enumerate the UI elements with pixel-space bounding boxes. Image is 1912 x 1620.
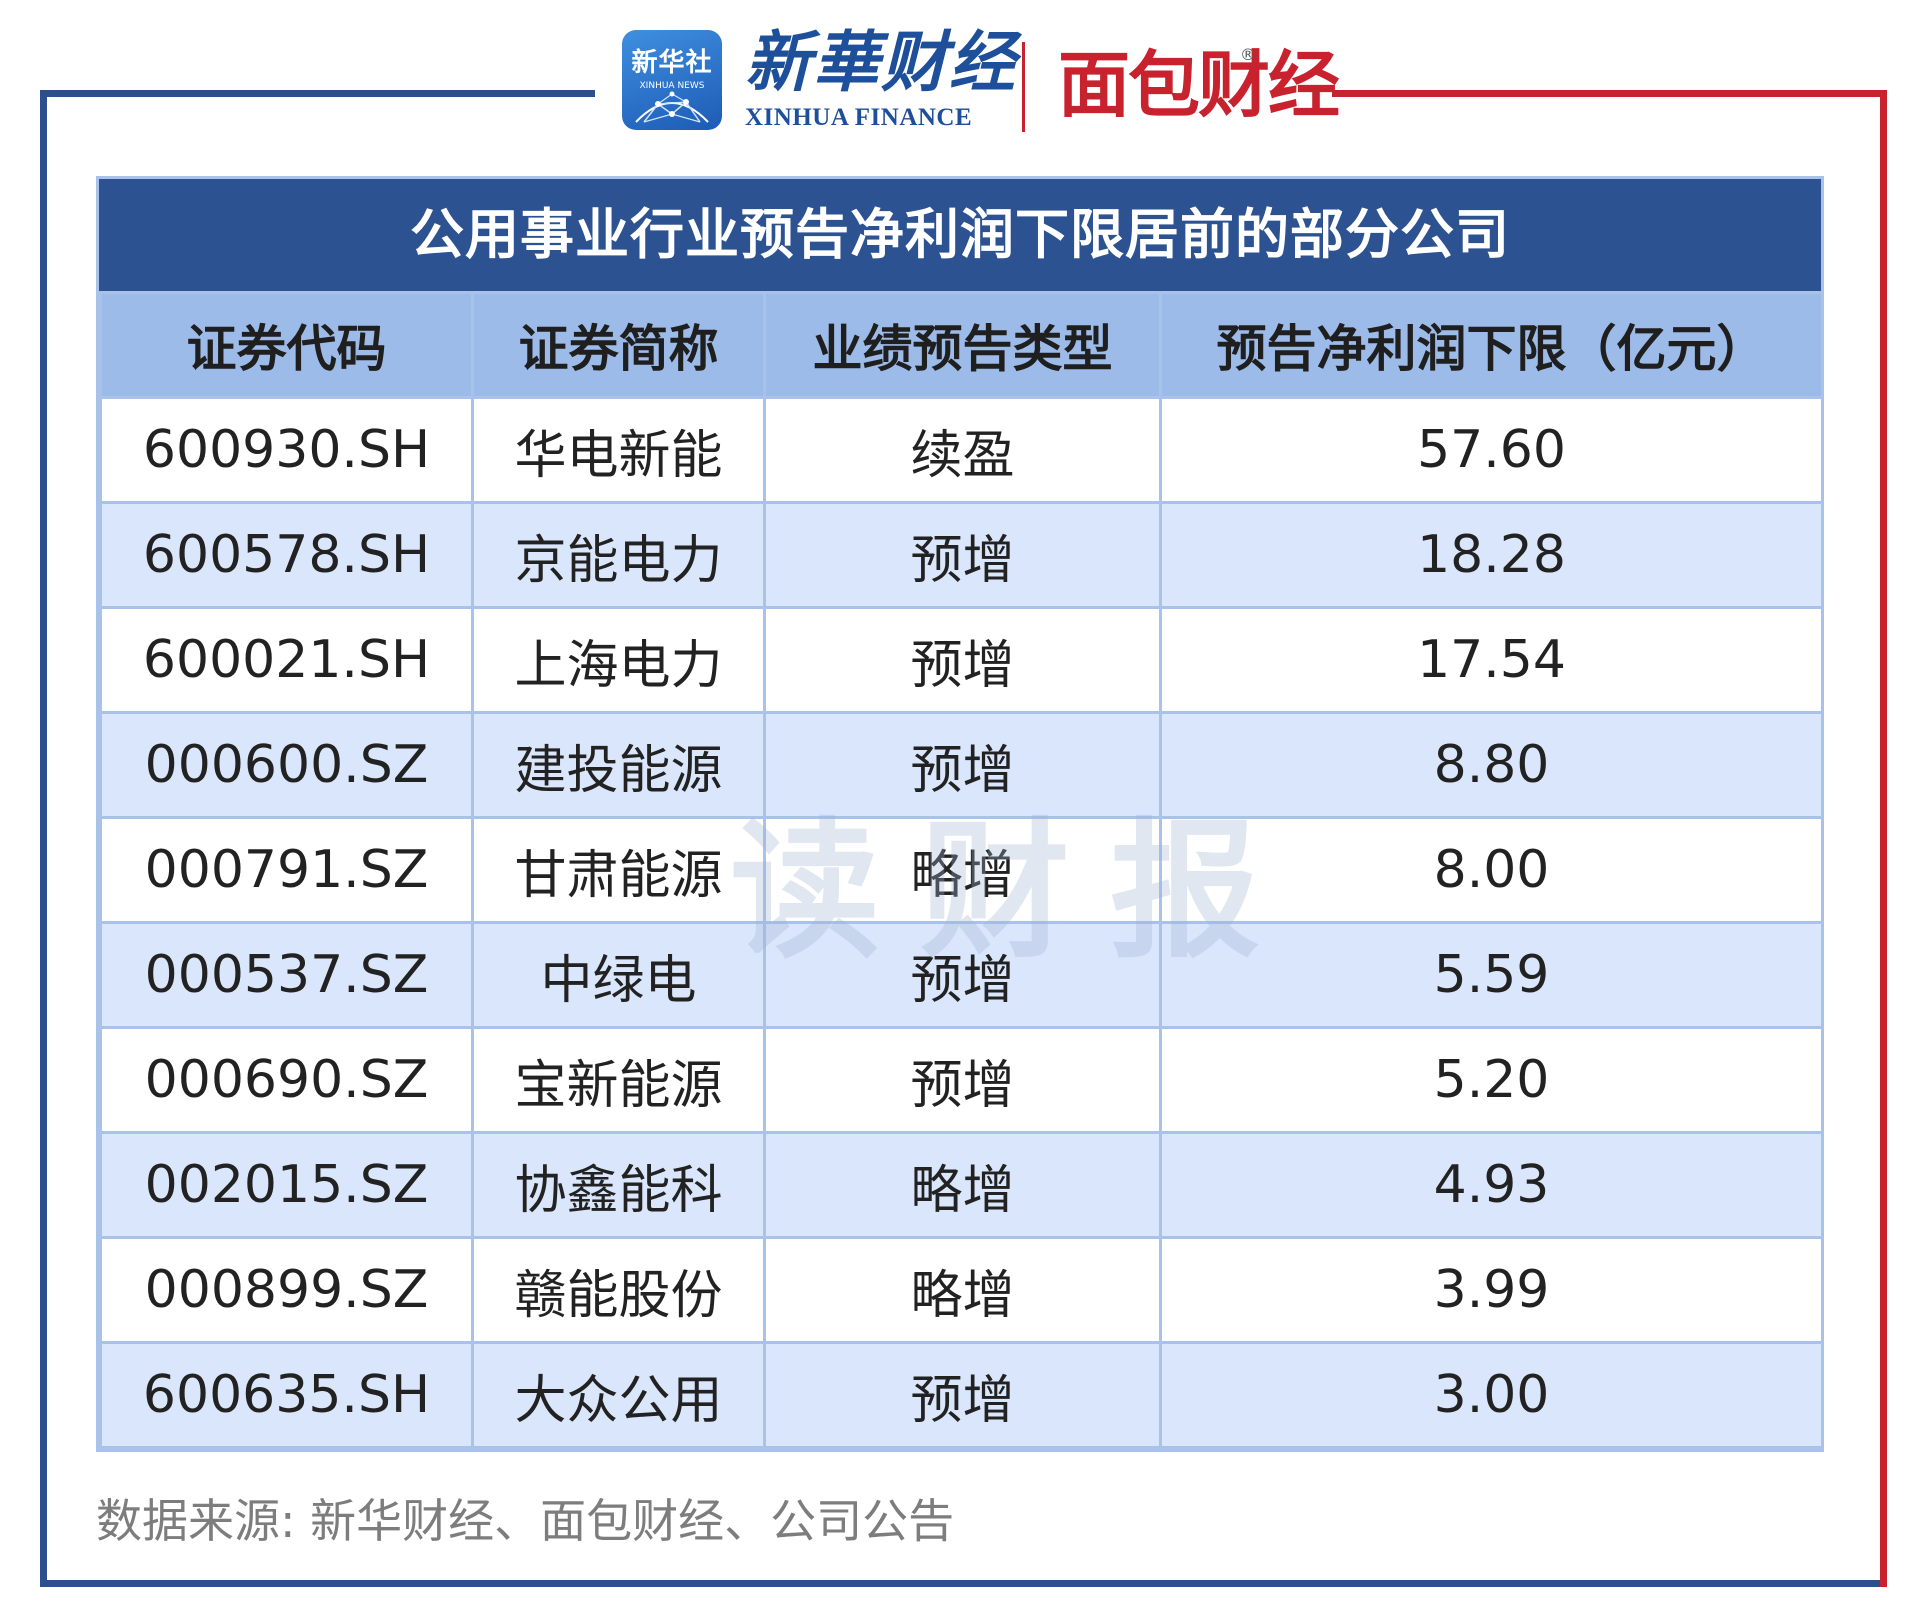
table-row: 000791.SZ 甘肃能源 略增 8.00 — [99, 816, 1824, 924]
cell-name: 华电新能 — [471, 396, 766, 504]
cell-code: 000537.SZ — [99, 921, 474, 1029]
cell-type: 略增 — [763, 1131, 1162, 1239]
cell-name: 京能电力 — [471, 501, 766, 609]
table-row: 600930.SH 华电新能 续盈 57.60 — [99, 396, 1824, 504]
xinhua-finance-logo-en: XINHUA FINANCE — [745, 104, 973, 131]
cell-name: 宝新能源 — [471, 1026, 766, 1134]
table-row: 000537.SZ 中绿电 预增 5.59 — [99, 921, 1824, 1029]
cell-name: 上海电力 — [471, 606, 766, 714]
network-globe-icon — [635, 91, 709, 123]
cell-value: 17.54 — [1159, 606, 1824, 714]
cell-code: 000600.SZ — [99, 711, 474, 819]
frame-border-bottom — [40, 1580, 1887, 1587]
xinhua-finance-logo-cn: 新華财经 — [745, 23, 1017, 101]
xinhuashe-logo: 新华社 XINHUA NEWS — [622, 30, 722, 130]
cell-name: 协鑫能科 — [471, 1131, 766, 1239]
frame-border-red-top — [1332, 90, 1887, 97]
cell-name: 大众公用 — [471, 1341, 766, 1449]
frame-border-blue-top — [40, 90, 595, 97]
data-table: 证券代码 证券简称 业绩预告类型 预告净利润下限（亿元） 600930.SH 华… — [99, 291, 1824, 1449]
data-table-container: 公用事业行业预告净利润下限居前的部分公司 证券代码 证券简称 业绩预告类型 预告… — [96, 176, 1824, 1452]
cell-code: 600578.SH — [99, 501, 474, 609]
table-title: 公用事业行业预告净利润下限居前的部分公司 — [99, 179, 1821, 291]
table-row: 000600.SZ 建投能源 预增 8.80 — [99, 711, 1824, 819]
cell-value: 5.20 — [1159, 1026, 1824, 1134]
table-header-row: 证券代码 证券简称 业绩预告类型 预告净利润下限（亿元） — [99, 291, 1824, 399]
cell-code: 600930.SH — [99, 396, 474, 504]
cell-code: 000899.SZ — [99, 1236, 474, 1344]
registered-mark: ® — [1240, 45, 1256, 64]
column-header-name: 证券简称 — [471, 291, 766, 399]
frame-border-blue-left — [40, 90, 47, 1587]
cell-type: 略增 — [763, 1236, 1162, 1344]
column-header-type: 业绩预告类型 — [763, 291, 1162, 399]
cell-value: 3.99 — [1159, 1236, 1824, 1344]
table-row: 600635.SH 大众公用 预增 3.00 — [99, 1341, 1824, 1449]
cell-code: 600021.SH — [99, 606, 474, 714]
column-header-value: 预告净利润下限（亿元） — [1159, 291, 1824, 399]
cell-type: 预增 — [763, 1341, 1162, 1449]
mianbao-finance-logo: 面包财经 ® — [1058, 40, 1340, 130]
cell-value: 8.00 — [1159, 816, 1824, 924]
cell-type: 预增 — [763, 606, 1162, 714]
mianbao-finance-logo-text: 面包财经 — [1058, 43, 1340, 127]
cell-code: 600635.SH — [99, 1341, 474, 1449]
cell-value: 8.80 — [1159, 711, 1824, 819]
cell-type: 预增 — [763, 1026, 1162, 1134]
cell-type: 略增 — [763, 816, 1162, 924]
cell-name: 建投能源 — [471, 711, 766, 819]
table-row: 600578.SH 京能电力 预增 18.28 — [99, 501, 1824, 609]
cell-name: 中绿电 — [471, 921, 766, 1029]
cell-type: 预增 — [763, 921, 1162, 1029]
cell-value: 4.93 — [1159, 1131, 1824, 1239]
table-row: 000690.SZ 宝新能源 预增 5.20 — [99, 1026, 1824, 1134]
table-row: 002015.SZ 协鑫能科 略增 4.93 — [99, 1131, 1824, 1239]
cell-code: 000690.SZ — [99, 1026, 474, 1134]
cell-value: 18.28 — [1159, 501, 1824, 609]
frame-border-red-right — [1880, 90, 1887, 1587]
cell-code: 000791.SZ — [99, 816, 474, 924]
column-header-code: 证券代码 — [99, 291, 474, 399]
cell-code: 002015.SZ — [99, 1131, 474, 1239]
xinhua-finance-logo: 新華财经 XINHUA FINANCE — [745, 22, 1017, 137]
cell-value: 57.60 — [1159, 396, 1824, 504]
cell-name: 赣能股份 — [471, 1236, 766, 1344]
cell-type: 预增 — [763, 501, 1162, 609]
xinhuashe-logo-cn: 新华社 — [631, 48, 713, 78]
cell-value: 5.59 — [1159, 921, 1824, 1029]
table-row: 000899.SZ 赣能股份 略增 3.99 — [99, 1236, 1824, 1344]
data-source-note: 数据来源: 新华财经、面包财经、公司公告 — [96, 1494, 955, 1548]
cell-value: 3.00 — [1159, 1341, 1824, 1449]
logo-divider — [1022, 42, 1025, 132]
table-row: 600021.SH 上海电力 预增 17.54 — [99, 606, 1824, 714]
cell-name: 甘肃能源 — [471, 816, 766, 924]
cell-type: 续盈 — [763, 396, 1162, 504]
cell-type: 预增 — [763, 711, 1162, 819]
